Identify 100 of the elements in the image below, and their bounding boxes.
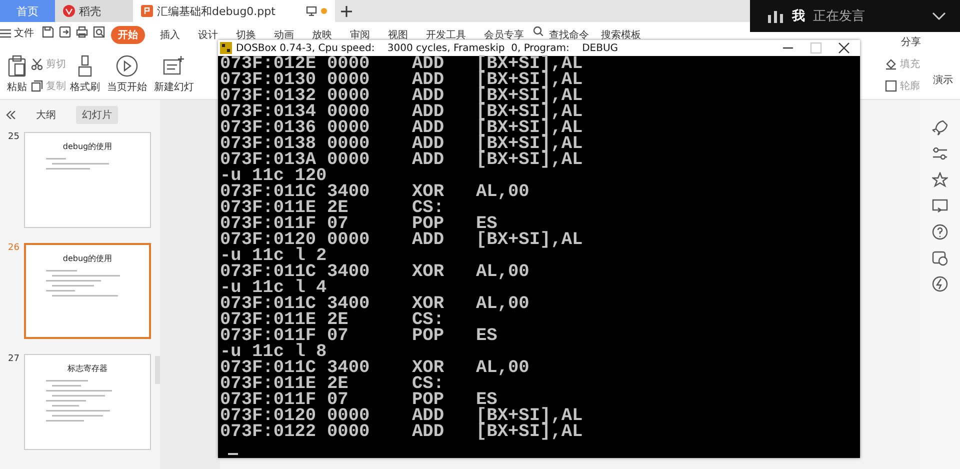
image-tool-icon[interactable] (932, 250, 948, 266)
mnemonic: ADD (412, 152, 446, 168)
ribbon-tab[interactable]: 设计 (189, 26, 227, 44)
slide-title: debug的使用 (62, 141, 112, 152)
address: 073F:0120 (220, 232, 317, 248)
address: 073F:011F (220, 216, 318, 232)
address: 073F:0136 (220, 120, 318, 136)
chevron-down-icon[interactable] (932, 12, 946, 20)
machine-code: 3400 (327, 264, 371, 280)
ribbon-tab[interactable]: 插入 (151, 26, 189, 44)
ribbon-tab[interactable]: 会员专享 (475, 26, 533, 44)
mnemonic: XOR (412, 296, 446, 312)
close-icon[interactable] (838, 42, 850, 54)
mnemonic: CS: (412, 200, 446, 216)
help-icon[interactable] (932, 224, 948, 240)
ribbon-button[interactable]: 新建幻灯 (151, 53, 197, 96)
address: 073F:011E (220, 200, 318, 216)
preview-icon[interactable] (93, 26, 105, 38)
screen-icon[interactable] (932, 198, 948, 214)
slide-title: 标志寄存器 (68, 363, 108, 374)
machine-code: 3400 (327, 184, 371, 200)
new-tab-icon[interactable] (341, 6, 352, 16)
fill-bucket-icon (885, 58, 897, 70)
scissors-icon (31, 58, 43, 70)
ribbon-tab[interactable]: 切换 (227, 26, 265, 44)
operands: [BX+SI],AL (476, 408, 583, 424)
mnemonic: ADD (412, 120, 446, 136)
machine-code: 0000 (327, 408, 371, 424)
print-icon[interactable] (76, 26, 88, 38)
template-search[interactable]: 搜索模板 (595, 26, 647, 44)
ribbon-tab[interactable]: 审阅 (341, 26, 379, 44)
operands: [BX+SI],AL (476, 424, 583, 440)
slide-thumbnail[interactable]: debug的使用 (24, 243, 151, 339)
operands: [BX+SI],AL (476, 120, 583, 136)
toolbar-button[interactable]: 分享 (892, 33, 930, 51)
dosbox-logo-icon (220, 42, 232, 54)
machine-code: 0000 (327, 72, 371, 88)
machine-code: 0000 (327, 424, 371, 440)
address: 073F:011C (220, 296, 318, 312)
scrollbar-thumb[interactable] (155, 356, 160, 384)
ribbon-tab[interactable]: 视图 (379, 26, 417, 44)
lightning-badge-icon[interactable] (932, 276, 948, 292)
slide-thumbnail[interactable]: debug的使用 (24, 132, 151, 228)
sliders-icon[interactable] (932, 146, 948, 162)
operands: AL,00 (476, 296, 530, 312)
panel-tab[interactable]: 幻灯片 (76, 106, 118, 124)
command-search[interactable]: 查找命令 (543, 26, 595, 44)
docer-logo-icon (63, 5, 75, 17)
command-line: -u 11c l 8 (220, 344, 327, 360)
mnemonic: CS: (412, 312, 446, 328)
rocket-icon[interactable] (932, 120, 948, 136)
address: 073F:0138 (220, 136, 318, 152)
slide-thumbnail[interactable]: 标志寄存器 (24, 354, 151, 450)
machine-code: 07 (327, 216, 348, 232)
mnemonic: ADD (412, 56, 446, 72)
machine-code: 0000 (327, 88, 371, 104)
mnemonic: XOR (412, 264, 446, 280)
mnemonic: ADD (412, 136, 446, 152)
operands: [BX+SI],AL (476, 104, 583, 120)
machine-code: 07 (327, 392, 348, 408)
machine-code: 3400 (327, 296, 371, 312)
machine-code: 2E (327, 200, 350, 216)
address: 073F:011F (220, 392, 318, 408)
panel-tab[interactable]: 大纲 (30, 106, 62, 124)
command-line: -u 11c l 4 (220, 280, 327, 296)
slide-number: 25 (8, 132, 20, 142)
operands: ES (476, 216, 498, 232)
ribbon-button[interactable]: 演示 (930, 70, 956, 92)
mnemonic: ADD (412, 72, 446, 88)
ribbon-tab[interactable]: 放映 (303, 26, 341, 44)
machine-code: 07 (327, 328, 350, 344)
save-icon[interactable] (42, 26, 54, 38)
operands: AL,00 (476, 264, 530, 280)
search-icon (533, 26, 543, 36)
tab[interactable]: 稻壳 (55, 0, 133, 22)
star-icon[interactable] (932, 172, 948, 188)
ribbon-button[interactable]: 当页开始 (104, 53, 150, 96)
address: 073F:013A (220, 152, 316, 168)
slide-number: 26 (8, 243, 20, 253)
machine-code: 3400 (327, 360, 371, 376)
address: 073F:011E (220, 376, 318, 392)
ribbon-button[interactable]: 格式刷 (67, 53, 103, 96)
operands: [BX+SI],AL (476, 232, 583, 248)
tab[interactable]: 汇编基础和debug0.ppt (133, 0, 335, 22)
ribbon-tab[interactable]: 动画 (265, 26, 303, 44)
mnemonic: POP (412, 328, 446, 344)
command-line: -u 11c l 2 (220, 248, 327, 264)
machine-code: 0000 (327, 56, 371, 72)
mnemonic: ADD (412, 88, 446, 104)
mnemonic: ADD (412, 104, 446, 120)
export-icon[interactable] (59, 26, 71, 38)
ribbon-tab[interactable]: 开发工具 (417, 26, 475, 44)
copy-icon (31, 80, 43, 92)
collapse-icon[interactable] (6, 111, 16, 119)
file-menu[interactable]: 文件 (0, 26, 34, 40)
slide-title: debug的使用 (62, 253, 112, 264)
ribbon-button[interactable]: 粘贴 (4, 53, 30, 96)
machine-code: 0000 (327, 136, 371, 152)
operands: AL,00 (476, 360, 530, 376)
text-cursor (228, 453, 238, 455)
